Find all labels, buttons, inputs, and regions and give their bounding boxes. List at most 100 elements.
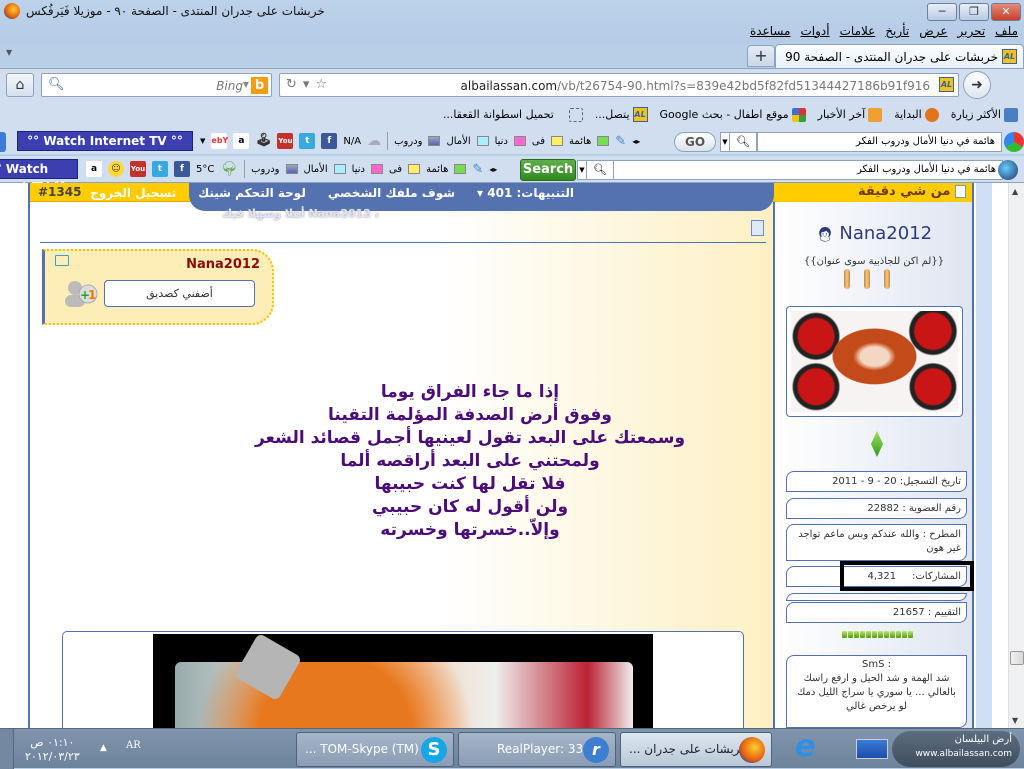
swatch-item[interactable]: ودروب bbox=[251, 164, 279, 175]
swatch-item[interactable]: الأمال bbox=[304, 164, 328, 175]
taskbar-skype[interactable]: ... TOM-Skype (TM) S bbox=[296, 732, 454, 767]
minimize-button[interactable]: ─ bbox=[927, 3, 957, 21]
search-magnifier-icon[interactable]: 🔍︎ bbox=[586, 160, 614, 180]
youtube-icon[interactable]: You bbox=[130, 161, 146, 177]
logout-link[interactable]: تسجيل الخروج bbox=[90, 186, 176, 211]
toolbar-scroll-icon[interactable]: ◂▸ bbox=[489, 165, 497, 174]
maximize-button[interactable]: ❐ bbox=[959, 3, 989, 21]
twitter-icon[interactable]: t bbox=[152, 161, 168, 177]
comment-icon[interactable] bbox=[55, 255, 69, 266]
search-input[interactable]: 🔍︎ Bing ▼ b bbox=[41, 73, 272, 97]
close-button[interactable]: ✕ bbox=[991, 3, 1021, 21]
watch-internet-tv-button[interactable]: °° Watch Internet TV °° bbox=[17, 131, 193, 151]
swatch-item[interactable]: دنيا bbox=[495, 136, 508, 147]
swatch-item[interactable]: فى bbox=[389, 164, 402, 175]
language-indicator[interactable]: AR bbox=[126, 740, 141, 751]
amazon-icon[interactable]: a bbox=[86, 161, 102, 177]
taskbar-realplayer[interactable]: RealPlayer: 33 r bbox=[458, 732, 616, 767]
clock[interactable]: ٠١:١٠ ص ٢٠١٢/٠٣/٢٣ bbox=[25, 736, 80, 764]
swatch-item[interactable]: فى bbox=[532, 136, 545, 147]
search-button[interactable]: Search bbox=[520, 159, 576, 181]
joystick-icon[interactable]: 🕹︎ bbox=[255, 133, 272, 149]
bing-logo-icon[interactable]: b bbox=[251, 77, 268, 94]
add-friend-button[interactable]: أضفني كصديق bbox=[104, 280, 255, 307]
vertical-scrollbar[interactable]: ▲ ▼ bbox=[1008, 183, 1024, 728]
dropdown-arrow-icon[interactable]: ▼ bbox=[200, 137, 205, 145]
menu-view[interactable]: عرض bbox=[919, 24, 947, 38]
reputation-bar bbox=[842, 631, 913, 638]
youtube-icon[interactable]: You bbox=[277, 133, 294, 149]
window-title-bar: خربشات على جدران المنتدى - الصفحة ٩٠ - م… bbox=[0, 0, 1024, 44]
swatch-item[interactable]: هائمة bbox=[426, 164, 448, 175]
firefox-icon bbox=[924, 107, 939, 122]
smiley-icon[interactable]: ☺ bbox=[108, 161, 124, 177]
url-bar[interactable]: ↻▾☆ albailassan.com/vb/t26754-90.html?s=… bbox=[279, 73, 959, 97]
menu-edit[interactable]: تحرير bbox=[958, 24, 986, 38]
bookmark-google-kids[interactable]: موقع اطفال - بحث Google bbox=[660, 107, 806, 122]
scrollbar-thumb[interactable] bbox=[1010, 651, 1024, 665]
post-panel: #1345 التنبيهات: 401 ▾ شوف ملفك الشخصي ل… bbox=[28, 183, 777, 728]
desktop-icon[interactable] bbox=[856, 739, 888, 759]
rss-icon bbox=[868, 107, 883, 122]
facebook-icon[interactable]: f bbox=[174, 161, 190, 177]
new-tab-button[interactable]: + bbox=[747, 45, 775, 67]
brand-title: أرض البيلسان bbox=[954, 734, 1012, 745]
show-desktop-button[interactable] bbox=[0, 729, 14, 769]
menu-bookmarks[interactable]: علامات bbox=[840, 24, 876, 38]
bookmark-latest-news[interactable]: آخر الأخبار bbox=[818, 107, 883, 122]
sidebar-username[interactable]: 👩︎ Nana2012 bbox=[776, 223, 972, 244]
bookmark-download[interactable]: تحميل اسطوانة القعقا... bbox=[443, 107, 583, 122]
highlighter-icon[interactable]: ✎ bbox=[615, 134, 626, 149]
watch-internet-tv-button-2[interactable]: °° Watch Internet TV °° bbox=[0, 159, 78, 194]
url-text[interactable]: albailassan.com/vb/t26754-90.html?s=839e… bbox=[461, 79, 930, 93]
scroll-up-arrow-icon[interactable]: ▲ bbox=[1012, 187, 1018, 196]
swatch-item[interactable]: ودروب bbox=[394, 136, 422, 147]
swatch-item[interactable]: الأمال bbox=[446, 136, 470, 147]
menu-tools[interactable]: أدوات bbox=[801, 24, 830, 38]
search-icon: 🔍︎ bbox=[48, 77, 65, 92]
notifications-link[interactable]: التنبيهات: 401 ▾ bbox=[477, 186, 574, 211]
highlighter-icon[interactable]: ✎ bbox=[472, 162, 483, 177]
search-engine-dropdown-icon[interactable]: ▼ bbox=[243, 80, 249, 89]
twitter-icon[interactable]: t bbox=[299, 133, 316, 149]
user-card-name[interactable]: Nana2012 bbox=[186, 257, 260, 272]
menu-help[interactable]: مساعدة bbox=[750, 24, 791, 38]
amazon-icon[interactable]: a bbox=[233, 133, 250, 149]
page-icon bbox=[955, 185, 966, 198]
divider bbox=[40, 242, 766, 243]
bookmark-connecting[interactable]: AL يتصل... bbox=[595, 107, 648, 122]
bookmark-getting-started[interactable]: البداية bbox=[894, 107, 939, 122]
post-number-link[interactable]: #1345 bbox=[38, 185, 81, 199]
brand-url: www.albailassan.com bbox=[915, 749, 1012, 759]
toolbar1-search-input[interactable]: هائمة في دنيا الأمال ودروب الفكر bbox=[757, 132, 1002, 152]
internet-explorer-icon[interactable]: e bbox=[795, 732, 825, 763]
swatch-item[interactable]: دنيا bbox=[352, 164, 365, 175]
menu-history[interactable]: تأريخ bbox=[885, 24, 909, 38]
home-button[interactable]: ⌂ bbox=[6, 73, 34, 97]
url-reload-history-star-icons[interactable]: ↻▾☆ bbox=[286, 77, 333, 92]
facebook-icon[interactable]: f bbox=[321, 133, 338, 149]
user-info-sidebar: من شي دقيقة 👩︎ Nana2012 {{لم اكن للجاذبي… bbox=[776, 183, 974, 728]
skype-icon: S bbox=[421, 737, 447, 763]
ebay-icon[interactable]: ebY bbox=[211, 133, 228, 149]
weather-cloud-icon[interactable]: ☁ bbox=[367, 133, 381, 149]
taskbar-firefox[interactable]: خربشات على جدران ... bbox=[620, 732, 772, 767]
site-identity-icon[interactable]: AL bbox=[939, 77, 954, 92]
tray-expand-icon[interactable]: ▲ bbox=[100, 743, 107, 753]
user-avatar-photo[interactable] bbox=[786, 306, 963, 417]
menu-file[interactable]: ملف bbox=[995, 24, 1018, 38]
search-magnifier-icon[interactable]: 🔍︎ bbox=[729, 132, 757, 152]
member-id: رقم العضوية : 22882 bbox=[786, 498, 967, 519]
scroll-down-arrow-icon[interactable]: ▼ bbox=[1012, 716, 1018, 725]
swatch-item[interactable]: هائمة bbox=[569, 136, 591, 147]
tree-icon[interactable]: 🌳︎ bbox=[220, 161, 238, 177]
toolbar2-search-input[interactable]: هائمة في دنيا الأمال ودروب الفكر bbox=[613, 160, 1003, 180]
tab-active[interactable]: AL خربشات على جدران المنتدى - الصفحة 90 bbox=[775, 44, 1024, 68]
bookmark-most-visited[interactable]: الأكثر زيارة bbox=[951, 107, 1018, 122]
firefox-icon bbox=[739, 737, 765, 763]
go-button[interactable]: GO bbox=[674, 132, 716, 152]
blue-swatch-icon bbox=[428, 136, 441, 146]
go-arrow-button[interactable]: ➜ bbox=[963, 71, 991, 99]
tab-list-arrow-icon[interactable]: ▼ bbox=[6, 48, 12, 57]
toolbar-scroll-icon[interactable]: ◂▸ bbox=[632, 137, 640, 146]
